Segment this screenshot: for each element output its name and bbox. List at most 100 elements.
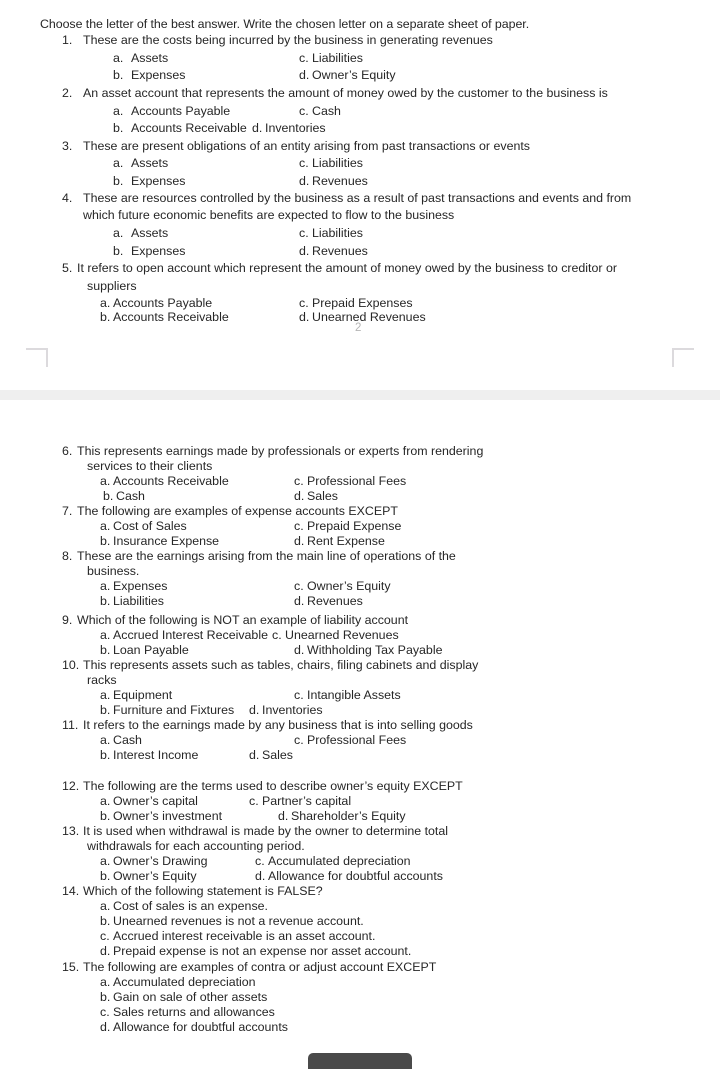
option-text: Withholding Tax Payable [307,643,443,657]
option-text: Gain on sale of other assets [113,990,268,1004]
question-stem-line2: suppliers [87,279,137,293]
floating-toolbar[interactable] [308,1053,412,1069]
question-stem-line2: business. [87,564,140,578]
option-key: a. [113,156,124,170]
option-text: Accounts Receivable [113,310,229,324]
option-key: d. [299,310,310,324]
option-key: c. [249,794,259,808]
option-key: b. [113,174,124,188]
option-key: c. [255,854,265,868]
option-text: Expenses [131,174,186,188]
option-key: b. [100,914,111,928]
question-number: 7. [62,504,73,518]
option-key: c. [299,226,309,240]
option-key: d. [294,594,305,608]
option-key: d. [100,944,111,958]
question-stem: These are present obligations of an enti… [83,139,530,153]
question-stem: Which of the following is NOT an example… [77,613,409,627]
question-number: 5. [62,261,73,275]
option-key: a. [100,899,111,913]
document-page-1: Choose the letter of the best answer. Wr… [0,0,720,390]
option-text: Liabilities [312,156,363,170]
option-key: c. [294,688,304,702]
option-text: Accounts Receivable [131,121,247,135]
option-key: c. [294,733,304,747]
option-key: b. [100,869,111,883]
option-text: Inventories [262,703,323,717]
option-key: d. [299,244,310,258]
option-text: Expenses [131,244,186,258]
option-text: Sales [262,748,293,762]
option-text: Accumulated depreciation [268,854,411,868]
option-text: Expenses [113,579,168,593]
option-text: Assets [131,226,169,240]
page-break-divider [0,390,720,400]
option-key: d. [294,643,305,657]
question-number: 10. [62,658,80,672]
option-text: Cost of sales is an expense. [113,899,268,913]
option-key: c. [294,519,304,533]
question-stem-line2: services to their clients [87,459,213,473]
option-text: Equipment [113,688,173,702]
option-text: Revenues [312,244,368,258]
option-key: a. [100,628,111,642]
option-key: b. [100,809,111,823]
option-text: Prepaid Expense [307,519,402,533]
option-text: Cash [312,104,341,118]
option-key: c. [299,51,309,65]
question-stem: It refers to the earnings made by any bu… [83,718,473,732]
option-key: a. [100,688,111,702]
option-key: a. [100,519,111,533]
option-text: Owner’s Equity [113,869,197,883]
option-key: b. [113,244,124,258]
option-key: a. [100,579,111,593]
option-key: c. [272,628,282,642]
option-key: b. [100,748,111,762]
question-stem: This represents assets such as tables, c… [83,658,479,672]
option-key: d. [299,174,310,188]
option-key: c. [299,156,309,170]
option-text: Cost of Sales [113,519,187,533]
option-text: Sales returns and allowances [113,1005,275,1019]
option-text: Assets [131,51,169,65]
question-stem: An asset account that represents the amo… [83,86,608,100]
option-text: Revenues [307,594,363,608]
option-key: c. [294,579,304,593]
option-text: Allowance for doubtful accounts [113,1020,288,1034]
question-stem-line2: withdrawals for each accounting period. [87,839,305,853]
option-text: Rent Expense [307,534,385,548]
option-text: Accounts Payable [113,296,213,310]
option-key: b. [113,121,124,135]
option-text: Accounts Payable [131,104,231,118]
option-key: a. [100,975,111,989]
question-number: 3. [62,139,73,153]
option-key: a. [113,226,124,240]
option-text: Intangible Assets [307,688,401,702]
option-text: Accrued interest receivable is an asset … [113,929,376,943]
instruction-text: Choose the letter of the best answer. Wr… [40,17,530,31]
question-number: 2. [62,86,73,100]
option-text: Cash [116,489,145,503]
option-key: b. [100,703,111,717]
question-number: 11. [62,718,79,732]
document-viewer[interactable]: Choose the letter of the best answer. Wr… [0,0,720,1069]
page-number: 2 [355,322,362,334]
question-number: 14. [62,884,80,898]
option-key: b. [100,643,111,657]
option-text: Liabilities [312,51,363,65]
question-stem: These are resources controlled by the bu… [83,191,632,205]
option-text: Liabilities [113,594,164,608]
option-key: d. [299,68,310,82]
option-key: d. [278,809,289,823]
option-key: a. [100,474,111,488]
question-stem: This represents earnings made by profess… [77,444,484,458]
option-text: Partner’s capital [262,794,352,808]
question-stem: It refers to open account which represen… [77,261,617,275]
option-key: b. [113,68,124,82]
option-key: b. [100,534,111,548]
question-stem: It is used when withdrawal is made by th… [83,824,449,838]
question-number: 4. [62,191,73,205]
option-key: c. [299,296,309,310]
question-stem: The following are examples of expense ac… [77,504,398,518]
option-key: c. [299,104,309,118]
